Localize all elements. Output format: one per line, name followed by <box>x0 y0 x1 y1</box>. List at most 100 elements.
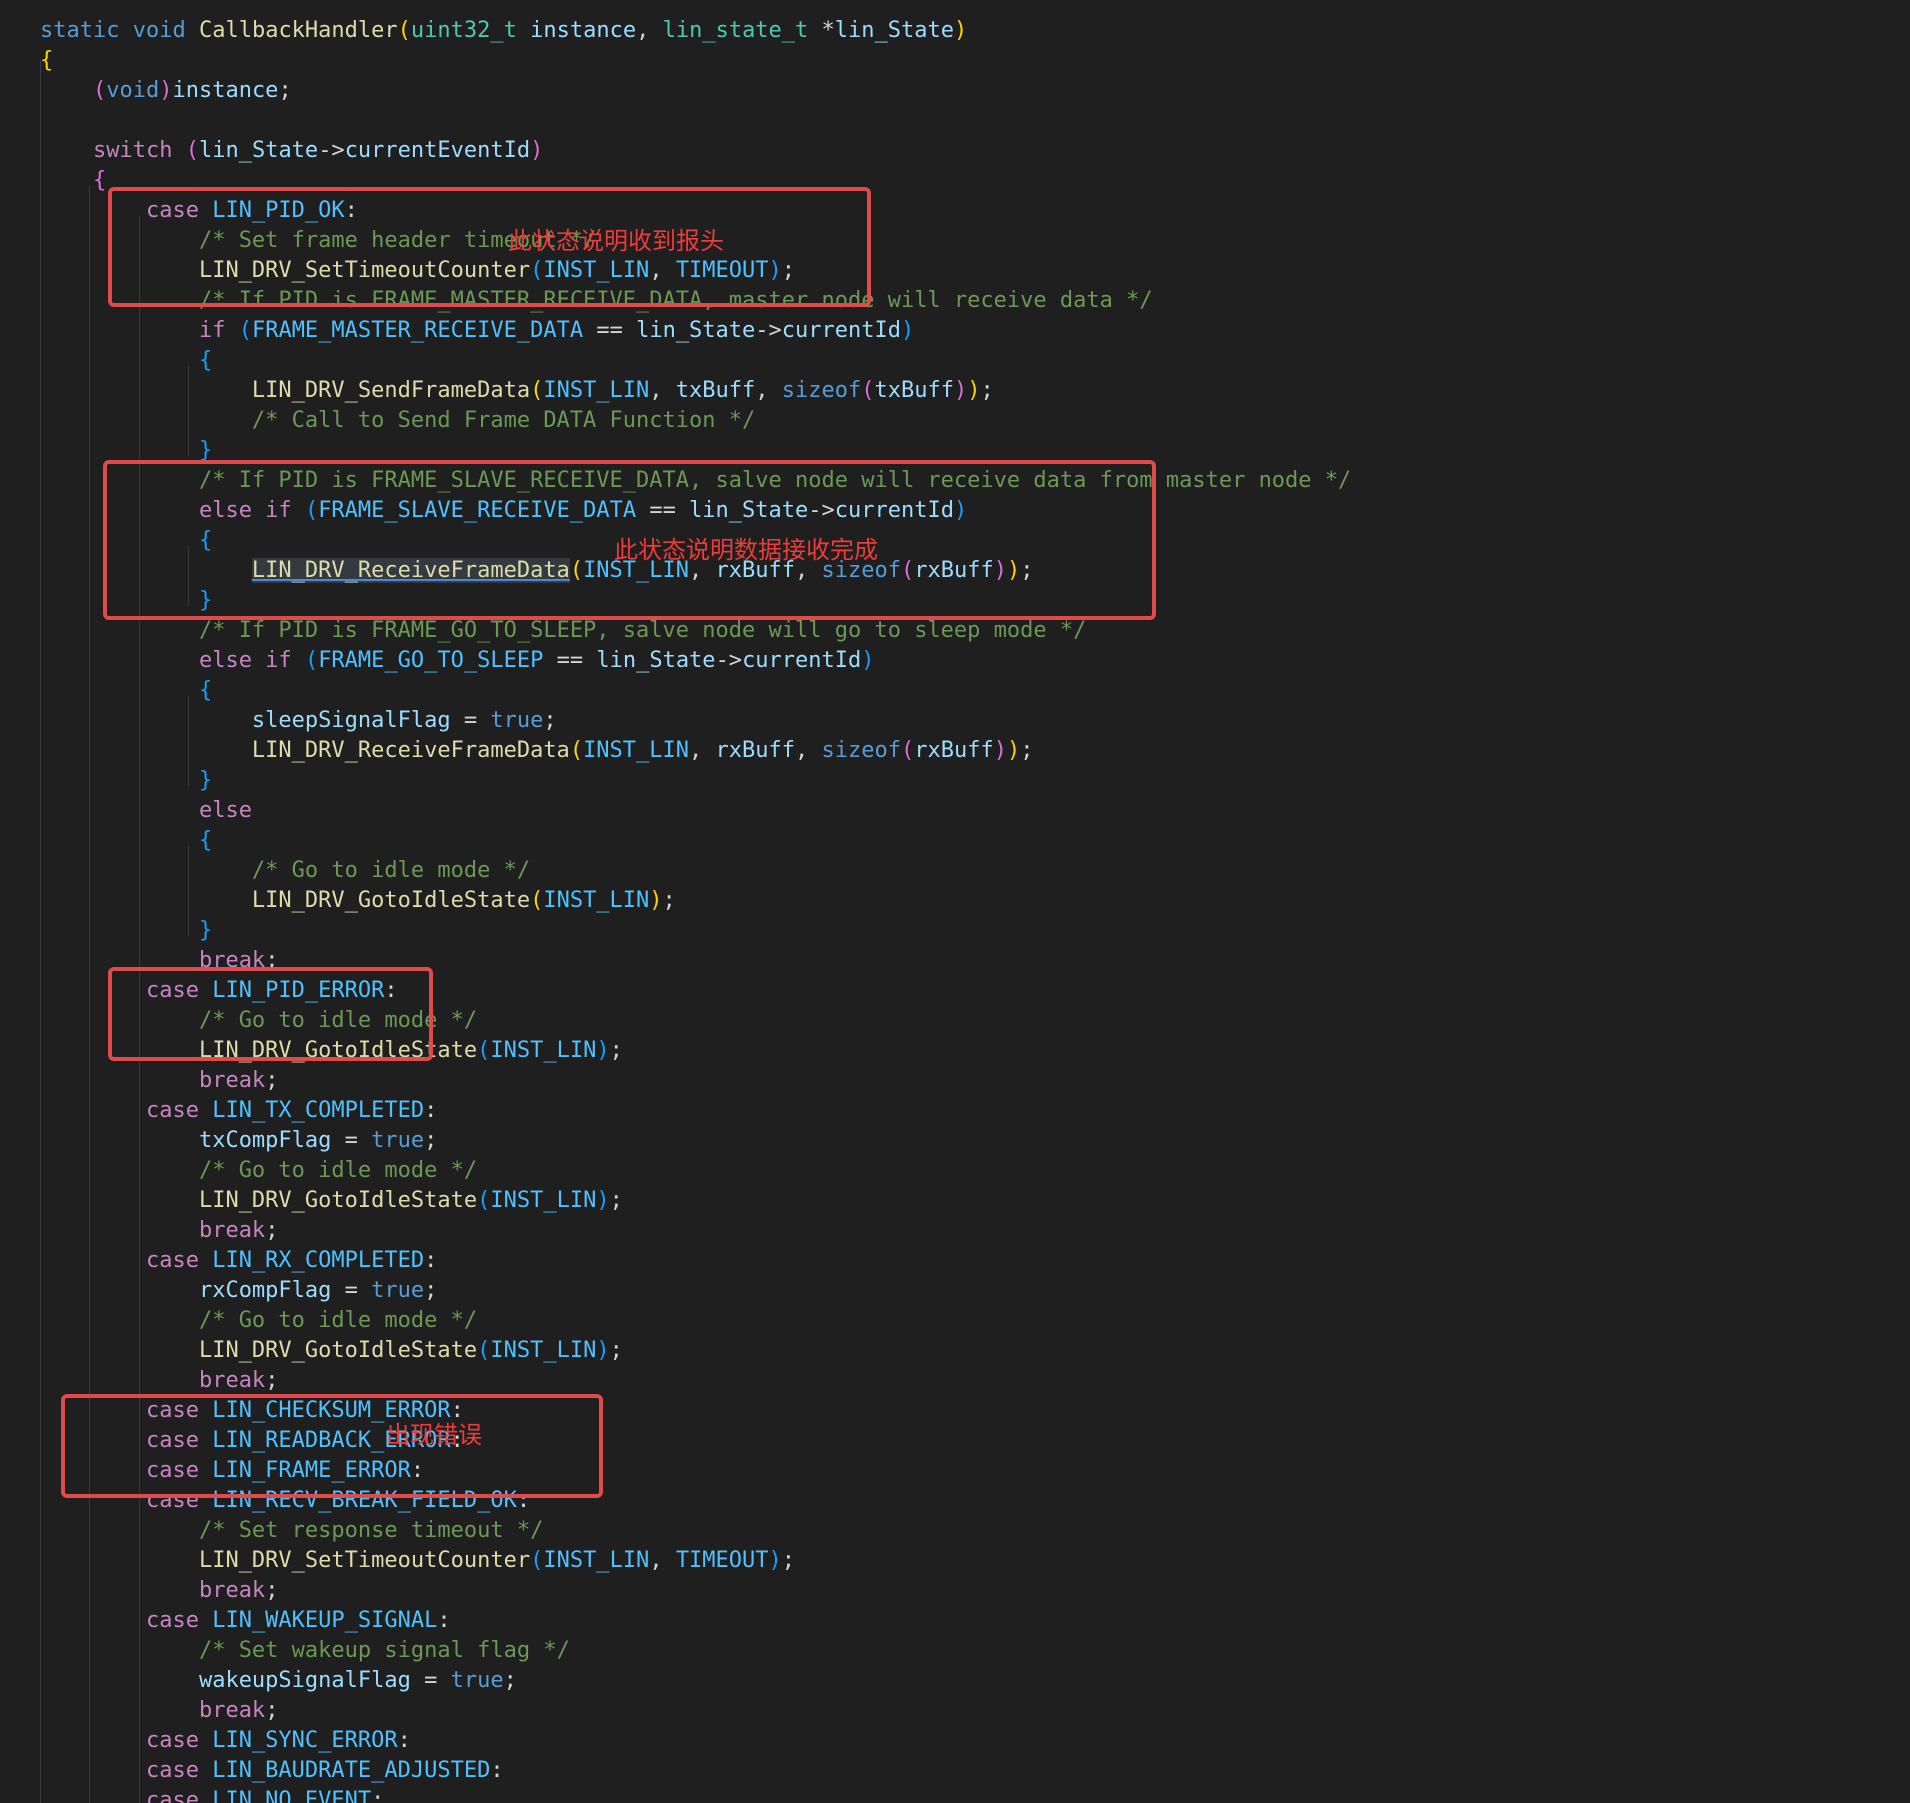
code-token: ; <box>265 1578 279 1603</box>
code-token: /* Set response timeout */ <box>198 1518 544 1543</box>
code-token: ; <box>278 78 292 103</box>
code-line[interactable]: LIN_DRV_SendFrameData(INST_LIN, txBuff, … <box>40 376 994 406</box>
code-token: ) <box>596 1338 610 1363</box>
code-token: = <box>331 1278 372 1303</box>
code-token: ) <box>649 888 663 913</box>
code-token: INST_LIN <box>543 1548 650 1573</box>
code-token: LIN_SYNC_ERROR <box>212 1728 398 1753</box>
code-line[interactable]: LIN_DRV_GotoIdleState(INST_LIN); <box>40 886 676 916</box>
code-token: * <box>808 18 835 43</box>
code-line[interactable]: (void)instance; <box>40 76 292 106</box>
code-token: INST_LIN <box>543 378 650 403</box>
code-line[interactable]: else <box>40 796 252 826</box>
code-line[interactable]: case LIN_TX_COMPLETED: <box>40 1096 437 1126</box>
code-line[interactable]: { <box>40 676 212 706</box>
code-line[interactable]: rxCompFlag = true; <box>40 1276 437 1306</box>
code-line[interactable]: else if (FRAME_GO_TO_SLEEP == lin_State-… <box>40 646 875 676</box>
code-line[interactable]: { <box>40 166 106 196</box>
code-line[interactable]: { <box>40 826 212 856</box>
code-token: : <box>397 1728 411 1753</box>
code-line[interactable]: } <box>40 766 212 796</box>
code-token: = <box>450 708 491 733</box>
code-token: TIMEOUT <box>675 1548 769 1573</box>
code-token: ; <box>424 1278 438 1303</box>
screenshot: static void CallbackHandler(uint32_t ins… <box>0 0 1910 1803</box>
code-token: lin_state_t <box>662 18 809 43</box>
code-line[interactable]: case LIN_SYNC_ERROR: <box>40 1726 411 1756</box>
code-token: { <box>92 168 107 193</box>
code-token: break <box>198 1368 266 1393</box>
code-token: , <box>636 18 663 43</box>
code-token: == <box>543 648 597 673</box>
code-line[interactable]: break; <box>40 1066 278 1096</box>
code-line[interactable]: LIN_DRV_ReceiveFrameData(INST_LIN, rxBuf… <box>40 736 1034 766</box>
code-token: ; <box>980 378 994 403</box>
code-token: ( <box>901 738 915 763</box>
code-line[interactable]: /* Go to idle mode */ <box>40 856 530 886</box>
code-line[interactable]: case LIN_RX_COMPLETED: <box>40 1246 437 1276</box>
code-token: uint32_t <box>410 18 517 43</box>
code-line[interactable]: wakeupSignalFlag = true; <box>40 1666 517 1696</box>
code-line[interactable]: /* Go to idle mode */ <box>40 1156 477 1186</box>
code-token: LIN_RX_COMPLETED <box>212 1248 425 1273</box>
code-token: lin_State <box>596 648 716 673</box>
code-line[interactable]: case LIN_WAKEUP_SIGNAL: <box>40 1606 451 1636</box>
code-line[interactable]: /* Set wakeup signal flag */ <box>40 1636 570 1666</box>
code-line[interactable]: /* If PID is FRAME_GO_TO_SLEEP, salve no… <box>40 616 1086 646</box>
code-line[interactable]: /* Call to Send Frame DATA Function */ <box>40 406 755 436</box>
code-line[interactable]: /* Go to idle mode */ <box>40 1306 477 1336</box>
code-token: ( <box>530 378 544 403</box>
code-token: ) <box>901 318 915 343</box>
code-token: if <box>198 318 226 343</box>
code-token: INST_LIN <box>490 1038 597 1063</box>
code-token: true <box>450 1668 504 1693</box>
code-token: case <box>145 1248 199 1273</box>
code-line[interactable]: break; <box>40 1696 278 1726</box>
code-line[interactable]: case LIN_BAUDRATE_ADJUSTED: <box>40 1756 504 1786</box>
code-line[interactable]: txCompFlag = true; <box>40 1126 437 1156</box>
code-token: INST_LIN <box>583 738 690 763</box>
code-line[interactable]: break; <box>40 1216 278 1246</box>
code-line[interactable]: case LIN_NO_EVENT: <box>40 1786 384 1803</box>
code-token: { <box>40 48 54 73</box>
code-line[interactable]: LIN_DRV_SetTimeoutCounter(INST_LIN, TIME… <box>40 1546 795 1576</box>
code-token: case <box>145 1608 199 1633</box>
code-token: txBuff <box>675 378 756 403</box>
code-token: ; <box>609 1038 623 1063</box>
code-line[interactable]: switch (lin_State->currentEventId) <box>40 136 543 166</box>
code-token: switch <box>92 138 173 163</box>
code-line[interactable]: break; <box>40 1576 278 1606</box>
code-line[interactable]: sleepSignalFlag = true; <box>40 706 557 736</box>
code-line[interactable]: /* Set response timeout */ <box>40 1516 543 1546</box>
code-token: : <box>437 1608 451 1633</box>
code-token: ) <box>993 738 1007 763</box>
code-token: ( <box>304 648 319 673</box>
code-line[interactable]: { <box>40 46 53 76</box>
code-token: ) <box>768 1548 782 1573</box>
code-line[interactable]: LIN_DRV_GotoIdleState(INST_LIN); <box>40 1336 623 1366</box>
code-token: -> <box>715 648 743 673</box>
code-line[interactable]: static void CallbackHandler(uint32_t ins… <box>40 16 967 46</box>
code-line[interactable]: break; <box>40 1366 278 1396</box>
code-line[interactable]: { <box>40 346 212 376</box>
code-line[interactable]: LIN_DRV_GotoIdleState(INST_LIN); <box>40 1186 623 1216</box>
code-line[interactable]: if (FRAME_MASTER_RECEIVE_DATA == lin_Sta… <box>40 316 914 346</box>
code-line[interactable]: } <box>40 916 212 946</box>
code-token: ; <box>662 888 676 913</box>
code-token: , <box>649 378 676 403</box>
code-token: ; <box>609 1188 623 1213</box>
code-token: ( <box>569 738 584 763</box>
code-token: break <box>198 1578 266 1603</box>
code-token: rxCompFlag <box>198 1278 332 1303</box>
